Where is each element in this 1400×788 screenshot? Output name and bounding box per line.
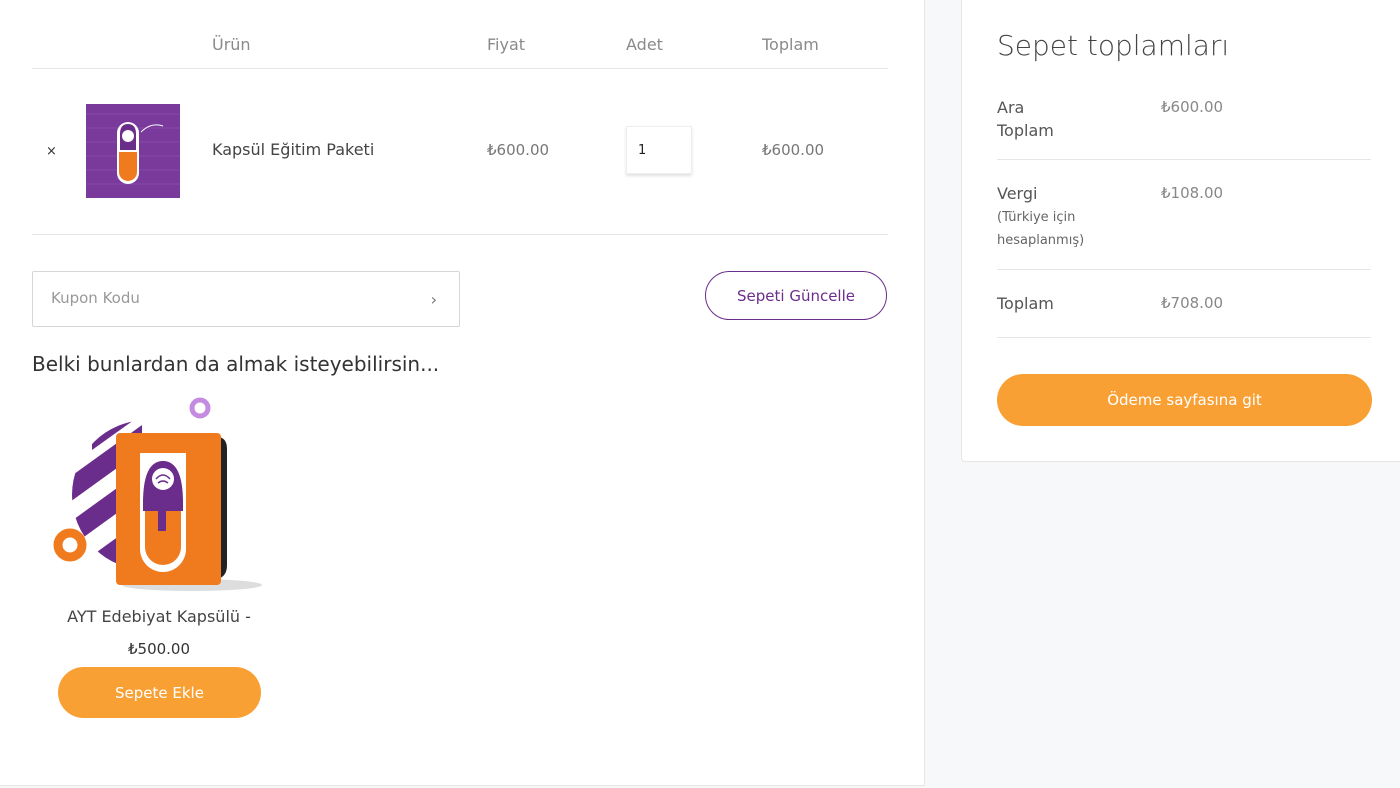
update-cart-button[interactable]: Sepeti Güncelle bbox=[705, 271, 887, 320]
header-total: Toplam bbox=[762, 35, 819, 54]
cross-sell-product-name[interactable]: AYT Edebiyat Kapsülü - bbox=[32, 607, 286, 626]
cart-totals-title: Sepet toplamları bbox=[997, 29, 1230, 62]
total-value: ₺708.00 bbox=[1161, 294, 1224, 312]
tax-note-cont: hesaplanmış) bbox=[997, 233, 1085, 248]
product-price: ₺600.00 bbox=[487, 141, 550, 159]
product-image[interactable] bbox=[52, 395, 272, 595]
product-subtotal: ₺600.00 bbox=[762, 141, 825, 159]
checkout-button[interactable]: Ödeme sayfasına git bbox=[997, 374, 1372, 426]
divider bbox=[997, 269, 1371, 270]
cross-sell-product-price: ₺500.00 bbox=[127, 640, 191, 658]
add-to-cart-button[interactable]: Sepete Ekle bbox=[58, 667, 261, 718]
cart-main-panel: Ürün Fiyat Adet Toplam × Kapsül Eğitim P… bbox=[0, 0, 925, 786]
header-product: Ürün bbox=[212, 35, 251, 54]
tax-note: (Türkiye için bbox=[997, 210, 1076, 225]
divider bbox=[997, 159, 1371, 160]
remove-item-button[interactable]: × bbox=[46, 144, 57, 159]
subtotal-value: ₺600.00 bbox=[1161, 98, 1224, 116]
quantity-input[interactable] bbox=[626, 126, 692, 174]
tax-label: Vergi bbox=[997, 184, 1038, 203]
divider bbox=[32, 234, 888, 235]
cart-totals-panel: Sepet toplamları Ara Toplam ₺600.00 Verg… bbox=[961, 0, 1400, 462]
product-name-link[interactable]: Kapsül Eğitim Paketi bbox=[212, 140, 374, 159]
header-price: Fiyat bbox=[487, 35, 526, 54]
chevron-right-icon[interactable]: › bbox=[431, 290, 437, 309]
tax-value: ₺108.00 bbox=[1161, 184, 1224, 202]
divider bbox=[32, 68, 888, 69]
total-label: Toplam bbox=[997, 294, 1054, 313]
product-thumbnail[interactable] bbox=[86, 104, 180, 198]
subtotal-label: Ara bbox=[997, 98, 1025, 117]
coupon-form: › bbox=[32, 271, 460, 327]
divider bbox=[997, 337, 1371, 338]
header-quantity: Adet bbox=[626, 35, 663, 54]
subtotal-label-cont: Toplam bbox=[997, 121, 1054, 140]
coupon-input[interactable] bbox=[51, 289, 411, 307]
cross-sells-title: Belki bunlardan da almak isteyebilirsin.… bbox=[32, 352, 440, 376]
